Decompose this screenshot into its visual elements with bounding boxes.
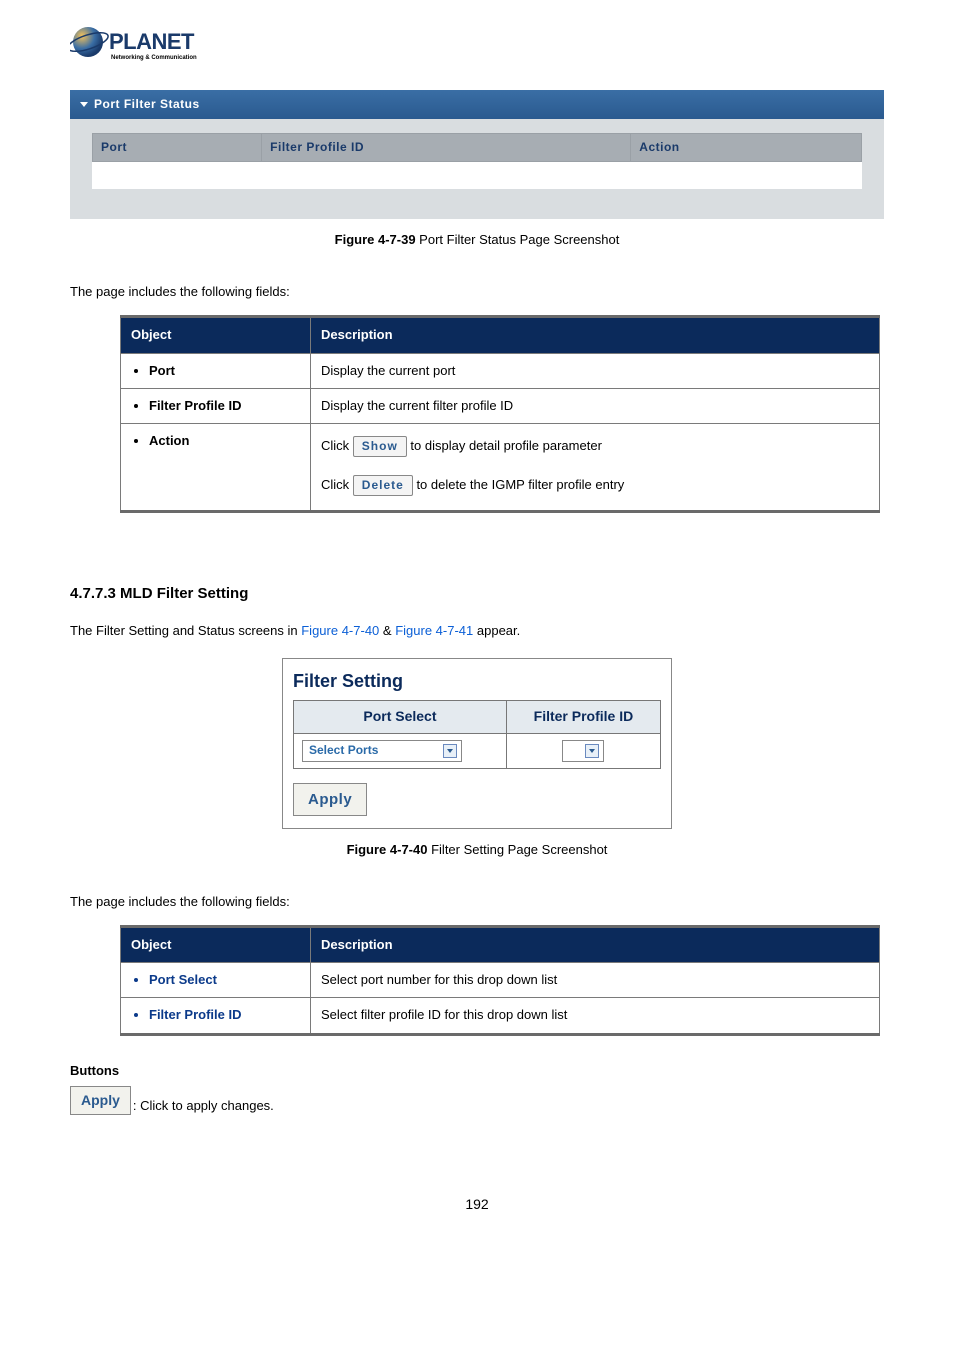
text-click-1: Click	[321, 438, 353, 453]
reference-line: The Filter Setting and Status screens in…	[70, 622, 884, 640]
filter-setting-title: Filter Setting	[293, 669, 661, 694]
th-object: Object	[121, 317, 311, 353]
desc-port-select: Select port number for this drop down li…	[311, 963, 880, 998]
buttons-heading: Buttons	[70, 1062, 884, 1080]
chevron-down-icon	[585, 744, 599, 758]
ref-link-2[interactable]: Figure 4-7-41	[395, 623, 473, 638]
col-filter-profile-id-2: Filter Profile ID	[506, 701, 660, 734]
intro-line-1: The page includes the following fields:	[70, 283, 884, 301]
filter-setting-table: Port Select Filter Profile ID Select Por…	[293, 700, 661, 769]
svg-text:Networking & Communication: Networking & Communication	[111, 55, 197, 61]
panel-title: Port Filter Status	[94, 96, 200, 113]
desc-filter-profile-id-2: Select filter profile ID for this drop d…	[311, 998, 880, 1034]
obj-port: Port	[149, 362, 300, 380]
port-filter-status-panel: Port Filter Status Port Filter Profile I…	[70, 90, 884, 219]
panel-header[interactable]: Port Filter Status	[70, 90, 884, 119]
figure-caption-1: Figure 4-7-39 Port Filter Status Page Sc…	[70, 231, 884, 249]
obj-port-select: Port Select	[149, 971, 300, 989]
description-table-2: Object Description Port Select Select po…	[120, 925, 880, 1036]
obj-filter-profile-id: Filter Profile ID	[149, 397, 300, 415]
col-port: Port	[93, 133, 262, 161]
apply-description: Apply : Click to apply changes.	[70, 1086, 884, 1116]
table-row: Port Display the current port	[121, 353, 880, 388]
table-row: Filter Profile ID Select filter profile …	[121, 998, 880, 1034]
show-button[interactable]: Show	[353, 436, 407, 457]
ref-text-b: appear.	[477, 623, 520, 638]
panel-body: Port Filter Profile ID Action	[70, 119, 884, 189]
description-table-1: Object Description Port Display the curr…	[120, 315, 880, 512]
text-show-desc: to display detail profile parameter	[410, 438, 602, 453]
chevron-down-icon	[80, 102, 88, 107]
apply-button[interactable]: Apply	[293, 783, 367, 816]
intro-line-2: The page includes the following fields:	[70, 893, 884, 911]
figure-caption-2: Figure 4-7-40 Filter Setting Page Screen…	[70, 841, 884, 859]
logo-block: PLANET Networking & Communication	[70, 20, 884, 72]
planet-logo-svg: PLANET Networking & Communication	[70, 20, 250, 72]
th-description: Description	[311, 317, 880, 353]
ref-text-a: The Filter Setting and Status screens in	[70, 623, 301, 638]
filter-profile-dropdown[interactable]	[562, 740, 604, 762]
table-row: Action Click Show to display detail prof…	[121, 424, 880, 512]
desc-port: Display the current port	[311, 353, 880, 388]
port-select-dropdown[interactable]: Select Ports	[302, 740, 462, 762]
apply-desc-text: : Click to apply changes.	[133, 1097, 274, 1115]
figure-label-1: Figure 4-7-39	[335, 232, 416, 247]
empty-row	[93, 161, 862, 189]
table-row: Port Select Select port number for this …	[121, 963, 880, 998]
obj-action: Action	[149, 432, 300, 450]
col-port-select: Port Select	[294, 701, 507, 734]
obj-filter-profile-id-2: Filter Profile ID	[149, 1006, 300, 1024]
section-heading: 4.7.7.3 MLD Filter Setting	[70, 583, 884, 604]
col-filter-profile-id: Filter Profile ID	[262, 133, 631, 161]
apply-button-inline[interactable]: Apply	[70, 1086, 131, 1116]
figure-label-2: Figure 4-7-40	[347, 842, 428, 857]
logo: PLANET Networking & Communication	[70, 20, 884, 72]
delete-button[interactable]: Delete	[353, 475, 413, 496]
ref-text-mid: &	[383, 623, 395, 638]
page-number: 192	[70, 1195, 884, 1215]
ref-link-1[interactable]: Figure 4-7-40	[301, 623, 379, 638]
status-table: Port Filter Profile ID Action	[92, 133, 862, 189]
th-description-2: Description	[311, 926, 880, 962]
desc-action: Click Show to display detail profile par…	[311, 424, 880, 512]
desc-filter-profile-id: Display the current filter profile ID	[311, 388, 880, 423]
chevron-down-icon	[443, 744, 457, 758]
figure-text-2: Filter Setting Page Screenshot	[427, 842, 607, 857]
filter-setting-panel: Filter Setting Port Select Filter Profil…	[282, 658, 672, 829]
svg-text:PLANET: PLANET	[109, 29, 195, 54]
port-select-value: Select Ports	[309, 742, 378, 759]
figure-text-1: Port Filter Status Page Screenshot	[416, 232, 620, 247]
table-row: Filter Profile ID Display the current fi…	[121, 388, 880, 423]
text-delete-desc: to delete the IGMP filter profile entry	[416, 477, 624, 492]
text-click-2: Click	[321, 477, 353, 492]
th-object-2: Object	[121, 926, 311, 962]
col-action: Action	[631, 133, 862, 161]
